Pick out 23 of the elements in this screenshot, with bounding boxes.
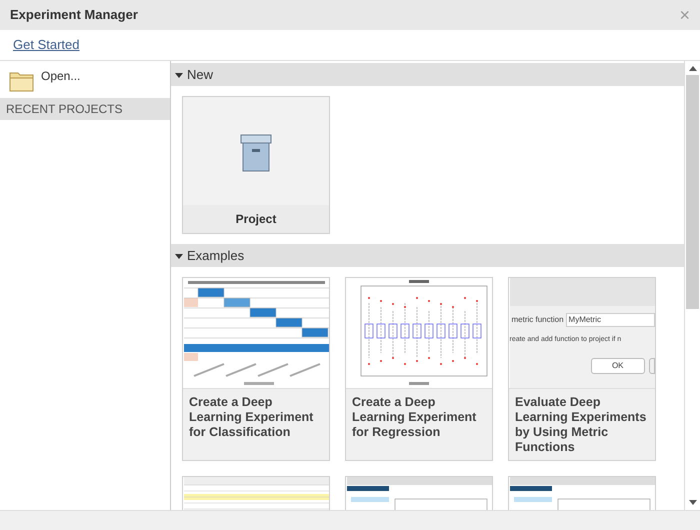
get-started-link[interactable]: Get Started (13, 35, 80, 55)
card-title: Create a Deep Learning Experiment for Regression (351, 394, 478, 440)
scroll-thumb[interactable] (686, 75, 699, 309)
card-title: Evaluate Deep Learning Experiments by Using Metric Functions (514, 394, 648, 455)
section-header[interactable]: Examples (171, 244, 684, 267)
scroll-down-icon[interactable] (688, 497, 698, 507)
section-header: RECENT PROJECTS (0, 98, 170, 120)
caret-down-icon (175, 70, 183, 78)
project-card[interactable]: Project (182, 96, 330, 234)
example-card[interactable]: Create a Deep Learning Experiment for Classification (182, 277, 330, 461)
folder-icon (9, 70, 35, 92)
box-icon (240, 133, 272, 173)
card-title: Project (183, 205, 329, 233)
caret-down-icon (175, 252, 183, 260)
ok-button: OK (590, 358, 644, 374)
example-card[interactable]: Create a Deep Learning Experiment for Regression (345, 277, 493, 461)
card-title: Create a Deep Learning Experiment for Classification (188, 394, 314, 440)
field-label: metric function (510, 314, 564, 326)
window-title: Experiment Manager (10, 6, 138, 24)
scrollbar[interactable] (684, 61, 700, 510)
section-header[interactable]: New (171, 63, 684, 86)
open-button[interactable]: Open... (0, 61, 170, 98)
text-field: MyMetric (566, 313, 654, 327)
